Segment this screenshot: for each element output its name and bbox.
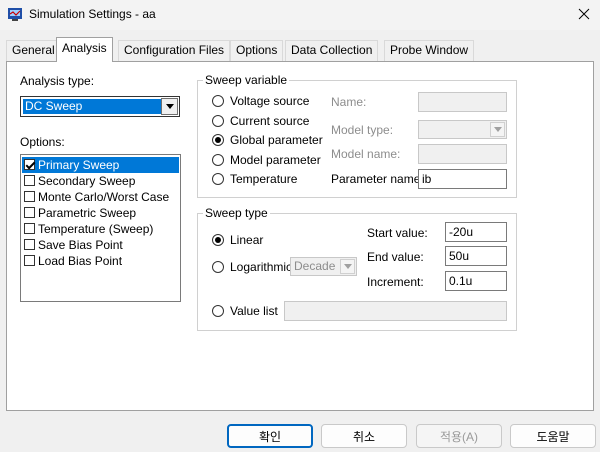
increment-field[interactable]: 0.1u xyxy=(445,271,507,291)
log-scale-value: Decade xyxy=(294,259,336,273)
chevron-down-icon[interactable] xyxy=(161,98,178,115)
list-item-monte-carlo[interactable]: Monte Carlo/Worst Case xyxy=(22,189,179,205)
tab-analysis[interactable]: Analysis xyxy=(56,37,113,62)
help-button[interactable]: 도움말 xyxy=(510,424,596,448)
radio-temperature[interactable]: Temperature xyxy=(212,172,297,186)
analysis-type-label: Analysis type: xyxy=(20,74,95,88)
tab-general[interactable]: General xyxy=(6,40,61,61)
radio-button[interactable] xyxy=(212,95,224,107)
radio-global-parameter[interactable]: Global parameter xyxy=(212,133,323,147)
analysis-type-select[interactable]: DC Sweep xyxy=(20,96,180,117)
parameter-name-field[interactable]: ib xyxy=(418,169,507,189)
value-list-field[interactable] xyxy=(284,301,507,321)
chevron-down-icon[interactable] xyxy=(340,259,355,274)
radio-button[interactable] xyxy=(212,173,224,185)
start-value-field[interactable]: -20u xyxy=(445,222,507,242)
sweep-variable-title: Sweep variable xyxy=(203,73,290,87)
checkbox[interactable] xyxy=(24,191,35,202)
radio-logarithmic[interactable]: Logarithmic xyxy=(212,260,292,274)
chevron-down-icon[interactable] xyxy=(490,122,505,137)
cancel-button[interactable]: 취소 xyxy=(321,424,407,448)
checkbox[interactable] xyxy=(24,255,35,266)
options-label: Options: xyxy=(20,135,65,149)
radio-button[interactable] xyxy=(212,154,224,166)
list-item-secondary-sweep[interactable]: Secondary Sweep xyxy=(22,173,179,189)
checkbox[interactable] xyxy=(24,207,35,218)
model-type-label: Model type: xyxy=(331,123,394,137)
checkbox[interactable] xyxy=(24,239,35,250)
checkbox[interactable] xyxy=(24,159,35,170)
sweep-type-title: Sweep type xyxy=(203,206,270,220)
model-name-label: Model name: xyxy=(331,147,401,161)
tab-data-collection[interactable]: Data Collection xyxy=(285,40,379,61)
apply-button[interactable]: 적용(A) xyxy=(416,424,502,448)
radio-model-parameter[interactable]: Model parameter xyxy=(212,153,321,167)
end-value-field[interactable]: 50u xyxy=(445,246,507,266)
checkbox[interactable] xyxy=(24,223,35,234)
radio-value-list[interactable]: Value list xyxy=(212,304,278,318)
end-value-label: End value: xyxy=(367,250,424,264)
radio-button[interactable] xyxy=(212,134,224,146)
tab-options[interactable]: Options xyxy=(230,40,284,61)
ok-button[interactable]: 확인 xyxy=(227,424,313,448)
list-item-temperature-sweep[interactable]: Temperature (Sweep) xyxy=(22,221,179,237)
radio-button[interactable] xyxy=(212,261,224,273)
radio-linear[interactable]: Linear xyxy=(212,233,263,247)
model-type-select[interactable] xyxy=(418,120,507,139)
radio-button[interactable] xyxy=(212,234,224,246)
parameter-name-label: Parameter name: xyxy=(331,172,424,186)
log-scale-select[interactable]: Decade xyxy=(290,257,357,276)
start-value-label: Start value: xyxy=(367,226,428,240)
app-icon xyxy=(7,6,23,22)
analysis-type-value: DC Sweep xyxy=(23,99,161,114)
tab-probe-window[interactable]: Probe Window xyxy=(384,40,475,61)
name-label: Name: xyxy=(331,95,367,109)
name-field[interactable] xyxy=(418,92,507,112)
checkbox[interactable] xyxy=(24,175,35,186)
window-title: Simulation Settings - aa xyxy=(29,7,156,21)
radio-button[interactable] xyxy=(212,305,224,317)
close-icon xyxy=(578,8,590,20)
list-item-parametric-sweep[interactable]: Parametric Sweep xyxy=(22,205,179,221)
radio-button[interactable] xyxy=(212,115,224,127)
close-button[interactable] xyxy=(572,3,596,25)
model-name-field[interactable] xyxy=(418,144,507,164)
radio-voltage-source[interactable]: Voltage source xyxy=(212,94,309,108)
list-item-primary-sweep[interactable]: Primary Sweep xyxy=(22,157,179,173)
increment-label: Increment: xyxy=(367,275,424,289)
tab-configuration-files[interactable]: Configuration Files xyxy=(118,40,231,61)
radio-current-source[interactable]: Current source xyxy=(212,114,309,128)
options-list[interactable]: Primary Sweep Secondary Sweep Monte Carl… xyxy=(20,154,181,302)
list-item-save-bias-point[interactable]: Save Bias Point xyxy=(22,237,179,253)
list-item-load-bias-point[interactable]: Load Bias Point xyxy=(22,253,179,269)
